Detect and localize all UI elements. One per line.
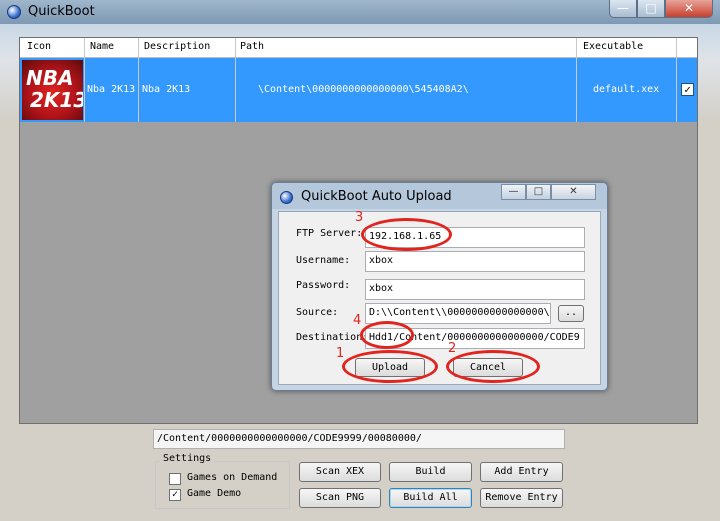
dialog-minimize-button[interactable]: — [501, 184, 526, 200]
build-all-button[interactable]: Build All [389, 488, 472, 508]
browse-button[interactable]: .. [558, 305, 584, 322]
dialog-close-button[interactable]: ✕ [551, 184, 596, 200]
annotation-circle-destination [360, 321, 414, 349]
maximize-button[interactable]: □ [637, 0, 665, 18]
window-title: QuickBoot [28, 4, 95, 19]
column-header-executable[interactable]: Executable [583, 41, 643, 52]
column-header-name[interactable]: Name [90, 41, 114, 52]
column-divider [676, 38, 677, 122]
logo-text-nba: NBA [26, 66, 74, 90]
table-row[interactable]: NBA 2K13 Nba 2K13 Nba 2K13 \Content\0000… [20, 58, 697, 122]
scan-xex-button[interactable]: Scan XEX [299, 462, 381, 482]
cell-path: \Content\0000000000000000\545408A2\ [258, 84, 469, 95]
username-field[interactable]: xbox [365, 251, 585, 272]
game-demo-label: Game Demo [187, 488, 242, 499]
game-cover-icon: NBA 2K13 [22, 60, 83, 120]
title-bar[interactable]: QuickBoot — □ ✕ [0, 0, 720, 24]
add-entry-button[interactable]: Add Entry [480, 462, 563, 482]
column-header-icon[interactable]: Icon [27, 41, 51, 52]
row-checkbox[interactable]: ✓ [681, 83, 694, 96]
column-divider [576, 38, 577, 122]
close-button[interactable]: ✕ [665, 0, 713, 18]
dialog-app-icon [280, 191, 293, 204]
games-on-demand-checkbox[interactable] [169, 473, 181, 485]
username-label: Username: [296, 255, 351, 266]
column-divider [235, 38, 236, 122]
remove-entry-button[interactable]: Remove Entry [480, 488, 563, 508]
build-button[interactable]: Build [389, 462, 472, 482]
password-field[interactable]: xbox [365, 279, 585, 300]
auto-upload-dialog: QuickBoot Auto Upload — □ ✕ FTP Server: … [271, 182, 608, 391]
column-header-path[interactable]: Path [240, 41, 264, 52]
source-label: Source: [296, 307, 339, 318]
app-icon [7, 5, 21, 19]
annotation-circle-cancel [446, 350, 540, 383]
minimize-button[interactable]: — [609, 0, 637, 18]
cell-executable: default.xex [593, 84, 660, 95]
logo-text-2k13: 2K13 [30, 88, 83, 112]
settings-group-label: Settings [160, 453, 215, 464]
column-divider [138, 38, 139, 122]
games-on-demand-label: Games on Demand [187, 472, 278, 483]
annotation-number-3: 3 [355, 210, 364, 225]
column-header-description[interactable]: Description [144, 41, 210, 52]
game-demo-checkbox[interactable]: ✓ [169, 489, 181, 501]
dialog-maximize-button[interactable]: □ [526, 184, 551, 200]
destination-path-field[interactable]: /Content/0000000000000000/CODE9999/00080… [153, 429, 565, 449]
grid-header: Icon Name Description Path Executable [20, 38, 697, 58]
cell-description: Nba 2K13 [142, 84, 191, 95]
dialog-title: QuickBoot Auto Upload [301, 189, 452, 204]
settings-group [155, 461, 290, 509]
annotation-number-1: 1 [336, 346, 345, 361]
destination-label: Destination: [296, 332, 369, 343]
scan-png-button[interactable]: Scan PNG [299, 488, 381, 508]
cell-name: Nba 2K13 [87, 84, 136, 95]
password-label: Password: [296, 280, 351, 291]
column-divider [84, 38, 85, 122]
annotation-circle-upload [342, 350, 438, 383]
annotation-number-4: 4 [353, 313, 362, 328]
annotation-number-2: 2 [448, 341, 457, 356]
ftp-server-label: FTP Server: [296, 228, 363, 239]
annotation-circle-ftp [361, 218, 452, 251]
main-window: QuickBoot — □ ✕ Icon Name Description Pa… [0, 0, 720, 521]
